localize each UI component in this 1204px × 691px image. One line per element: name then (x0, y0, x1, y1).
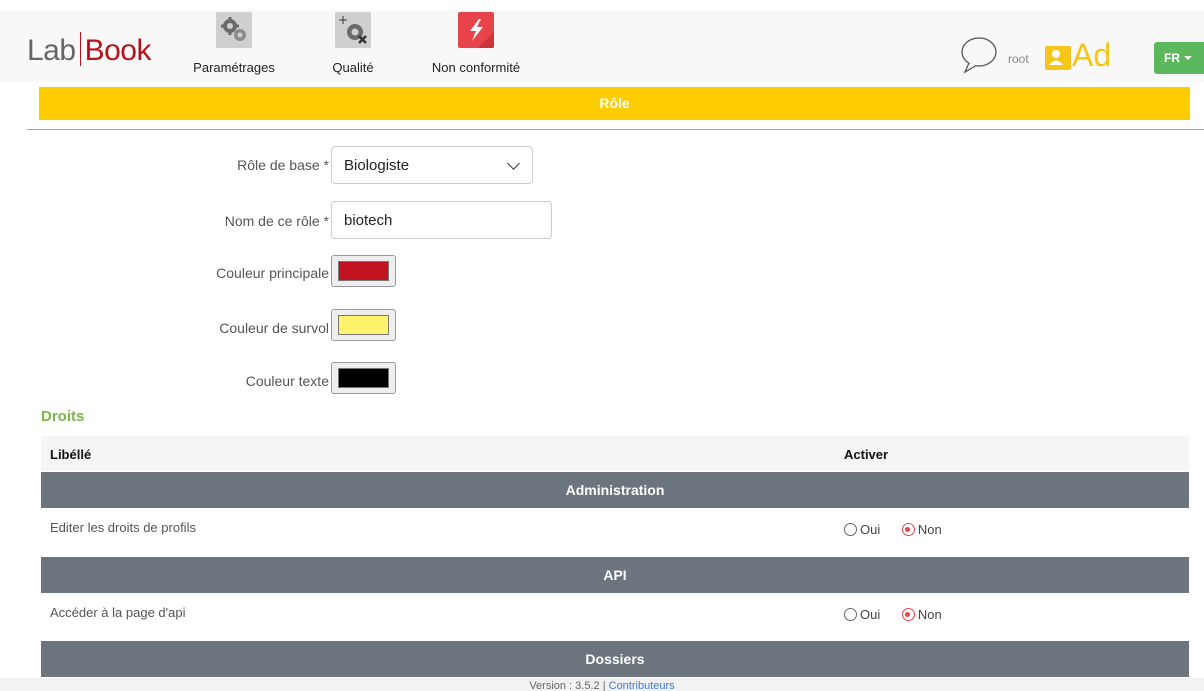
user-initials[interactable]: Ad (1072, 37, 1111, 73)
table-row: Accéder à la page d'api Oui Non (41, 593, 1189, 641)
group-name: API (603, 567, 627, 583)
nav-item-qualite[interactable]: + Qualité (327, 10, 379, 75)
svg-text:+: + (338, 13, 348, 27)
group-row-dossiers: Dossiers (41, 641, 1189, 677)
logo-separator (79, 32, 81, 66)
hover-color-label: Couleur de survol (219, 320, 329, 336)
text-color-label: Couleur texte (245, 373, 329, 389)
radio-non[interactable] (901, 608, 915, 621)
radio-non-label[interactable]: Non (918, 607, 942, 622)
column-header-activate: Activer (844, 447, 889, 462)
radio-oui-label[interactable]: Oui (860, 607, 880, 622)
user-avatar-icon[interactable] (1045, 46, 1071, 70)
radio-oui[interactable] (844, 608, 857, 621)
chat-bubble-icon[interactable] (960, 35, 998, 77)
column-header-label: Libéllé (50, 447, 92, 462)
language-dropdown-button[interactable]: FR (1154, 42, 1204, 74)
base-role-label: Rôle de base * (237, 157, 329, 173)
logo-part-lab: Lab (27, 34, 76, 67)
radio-non-label[interactable]: Non (918, 522, 942, 537)
base-role-select[interactable]: Biologiste (331, 146, 533, 184)
nav-label-qualite: Qualité (332, 60, 374, 75)
group-row-administration: Administration (41, 472, 1189, 508)
role-name-input[interactable]: biotech (331, 201, 552, 239)
lightning-icon (458, 12, 494, 48)
contributors-link[interactable]: Contributeurs (609, 680, 675, 691)
hover-color-picker[interactable] (331, 309, 396, 341)
group-name: Dossiers (585, 651, 645, 667)
role-name-value: biotech (344, 212, 393, 229)
divider (27, 129, 1204, 130)
nav-label-non-conformite: Non conformité (431, 60, 521, 75)
radio-non[interactable] (901, 523, 915, 536)
language-label: FR (1164, 51, 1180, 65)
page-title-bar: Rôle (39, 87, 1190, 120)
top-navbar: Lab Book Paramétrages + Qualité Non conf… (0, 10, 1204, 82)
radio-oui[interactable] (844, 523, 857, 536)
text-color-swatch (338, 368, 389, 388)
activate-radio-group: Oui Non (844, 522, 942, 537)
nav-item-parametrages[interactable]: Paramétrages (188, 10, 280, 75)
group-row-api: API (41, 557, 1189, 593)
role-name-label: Nom de ce rôle * (224, 213, 329, 229)
chevron-down-icon (507, 157, 520, 170)
right-label: Editer les droits de profils (50, 520, 196, 535)
page-title: Rôle (599, 95, 630, 111)
activate-radio-group: Oui Non (844, 607, 942, 622)
user-name: root (1008, 52, 1029, 66)
logo-part-book: Book (84, 34, 152, 67)
table-row: Editer les droits de profils Oui Non (41, 508, 1189, 556)
quality-icon: + (335, 12, 371, 48)
rights-section-title: Droits (41, 408, 85, 425)
text-color-picker[interactable] (331, 362, 396, 394)
group-name: Administration (565, 482, 665, 498)
rights-table-header: Libéllé Activer (41, 436, 1189, 471)
nav-label-parametrages: Paramétrages (193, 60, 275, 75)
main-color-label: Couleur principale (216, 265, 329, 281)
caret-down-icon (1184, 56, 1192, 60)
hover-color-swatch (338, 315, 389, 335)
footer: Version : 3.5.2 | Contributeurs (0, 678, 1204, 691)
right-label: Accéder à la page d'api (50, 605, 186, 620)
radio-oui-label[interactable]: Oui (860, 522, 880, 537)
gears-icon (216, 12, 252, 48)
base-role-value: Biologiste (344, 157, 410, 174)
nav-item-non-conformite[interactable]: Non conformité (424, 10, 528, 75)
main-color-swatch (338, 261, 389, 281)
main-color-picker[interactable] (331, 255, 396, 287)
version-text: Version : 3.5.2 | (529, 680, 606, 691)
labbook-logo[interactable]: Lab Book (27, 32, 151, 68)
